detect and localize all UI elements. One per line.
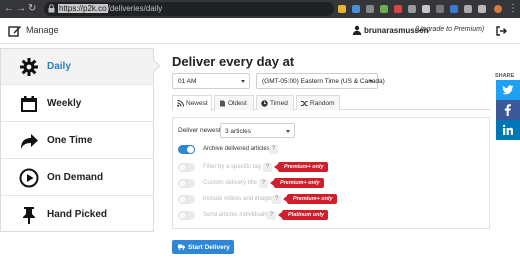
- reload-icon[interactable]: ↻: [28, 3, 36, 15]
- sidebar-item-weekly[interactable]: Weekly: [1, 86, 153, 122]
- timezone-select[interactable]: (GMT-05:00) Eastern Time (US & Canada): [256, 73, 385, 89]
- extension-icon[interactable]: [352, 5, 360, 13]
- sidebar-item-label: Hand Picked: [47, 209, 108, 220]
- tab-random[interactable]: Random: [296, 95, 340, 110]
- clock-icon: [261, 100, 268, 107]
- extension-icon[interactable]: [436, 5, 444, 13]
- premium-badge: Premium+ only: [270, 178, 324, 188]
- chevron-down-icon: [241, 80, 245, 83]
- premium-badge: Premium+ only: [283, 194, 337, 204]
- sidebar-item-label: Daily: [47, 61, 71, 72]
- option-filter-tag: Filter by a specific tag ? Premium+ only: [178, 162, 338, 174]
- upgrade-link[interactable]: (Upgrade to Premium): [415, 26, 484, 33]
- twitter-icon: [502, 85, 514, 95]
- manage-link[interactable]: Manage: [26, 25, 59, 35]
- extension-icon[interactable]: [422, 5, 430, 13]
- forward-icon[interactable]: →: [16, 3, 26, 15]
- share-label: SHARE: [495, 73, 515, 79]
- tab-oldest[interactable]: Oldest: [214, 95, 254, 110]
- filter-tag-toggle[interactable]: [178, 163, 195, 172]
- shuffle-icon: [301, 101, 308, 106]
- ordering-tabs: Newest Oldest Timed Random: [172, 95, 490, 111]
- active-pointer: [153, 60, 161, 72]
- option-archive-delivered: Archive delivered articles ?: [178, 144, 288, 156]
- custom-title-toggle[interactable]: [178, 179, 195, 188]
- send-individually-toggle[interactable]: [178, 211, 195, 220]
- premium-badge: Premium+ only: [274, 162, 328, 172]
- truck-icon: [178, 244, 185, 250]
- extension-icon[interactable]: [380, 5, 388, 13]
- sidebar-item-label: Weekly: [47, 98, 82, 109]
- document-icon: [220, 100, 225, 107]
- lock-icon: [48, 4, 55, 13]
- extension-icon[interactable]: [464, 5, 472, 13]
- tab-timed[interactable]: Timed: [256, 95, 294, 110]
- browser-toolbar: ← → ↻ https://p2k.co/deliveries/daily ⋮: [0, 0, 520, 18]
- facebook-icon: [504, 104, 511, 116]
- sidebar-item-one-time[interactable]: One Time: [1, 123, 153, 159]
- help-icon[interactable]: ?: [263, 163, 272, 172]
- start-delivery-button[interactable]: Start Delivery: [172, 240, 234, 254]
- sidebar-item-daily[interactable]: Daily: [1, 49, 153, 85]
- pushpin-icon: [23, 207, 35, 224]
- calendar-icon: [21, 96, 37, 112]
- include-media-toggle[interactable]: [178, 195, 195, 204]
- twitter-share-button[interactable]: [496, 80, 520, 100]
- extension-icon[interactable]: [478, 5, 486, 13]
- help-icon[interactable]: ?: [259, 179, 268, 188]
- facebook-share-button[interactable]: [496, 100, 520, 120]
- platinum-badge: Platinum only: [277, 210, 329, 220]
- archive-toggle[interactable]: [178, 145, 195, 154]
- chevron-down-icon: [369, 80, 373, 83]
- extension-icon[interactable]: [408, 5, 416, 13]
- tab-newest[interactable]: Newest: [172, 95, 212, 111]
- profile-avatar[interactable]: [494, 5, 502, 13]
- delivery-type-sidebar: Daily Weekly One Time On Demand Hand Pic…: [0, 48, 154, 232]
- address-bar-url: https://p2k.co/deliveries/daily: [58, 4, 163, 13]
- logout-icon[interactable]: [496, 26, 507, 36]
- gear-icon: [20, 58, 38, 76]
- time-select[interactable]: 01 AM: [172, 73, 250, 89]
- option-include-media: Include videos and images ? Premium+ onl…: [178, 194, 358, 206]
- article-count-select[interactable]: 3 articles: [220, 123, 295, 138]
- user-icon: [352, 25, 362, 35]
- linkedin-icon: [502, 124, 513, 135]
- option-custom-title: Custom delivery title ? Premium+ only: [178, 178, 338, 190]
- rss-icon: [177, 100, 184, 107]
- app-header: Manage brunarasmussen (Upgrade to Premiu…: [0, 18, 520, 44]
- play-icon: [19, 168, 39, 188]
- chevron-down-icon: [286, 130, 290, 133]
- back-icon[interactable]: ←: [4, 3, 14, 15]
- page-title: Deliver every day at: [172, 54, 295, 69]
- deliver-newest-label: Deliver newest: [178, 127, 221, 134]
- extension-icon[interactable]: [394, 5, 402, 13]
- share-arrow-icon: [21, 134, 38, 149]
- help-icon[interactable]: ?: [269, 145, 278, 154]
- sidebar-item-label: On Demand: [47, 172, 104, 183]
- extension-icon[interactable]: [450, 5, 458, 13]
- sidebar-item-hand-picked[interactable]: Hand Picked: [1, 197, 153, 233]
- help-icon[interactable]: ?: [267, 211, 276, 220]
- linkedin-share-button[interactable]: [496, 120, 520, 140]
- browser-menu-icon[interactable]: ⋮: [508, 3, 518, 15]
- sidebar-item-on-demand[interactable]: On Demand: [1, 160, 153, 196]
- extension-icon[interactable]: [366, 5, 374, 13]
- edit-icon[interactable]: [8, 24, 22, 38]
- option-send-individually: Send articles individually ? Platinum on…: [178, 210, 358, 222]
- sidebar-item-label: One Time: [47, 135, 93, 146]
- help-icon[interactable]: ?: [272, 195, 281, 204]
- bookmark-star-icon[interactable]: [338, 5, 346, 13]
